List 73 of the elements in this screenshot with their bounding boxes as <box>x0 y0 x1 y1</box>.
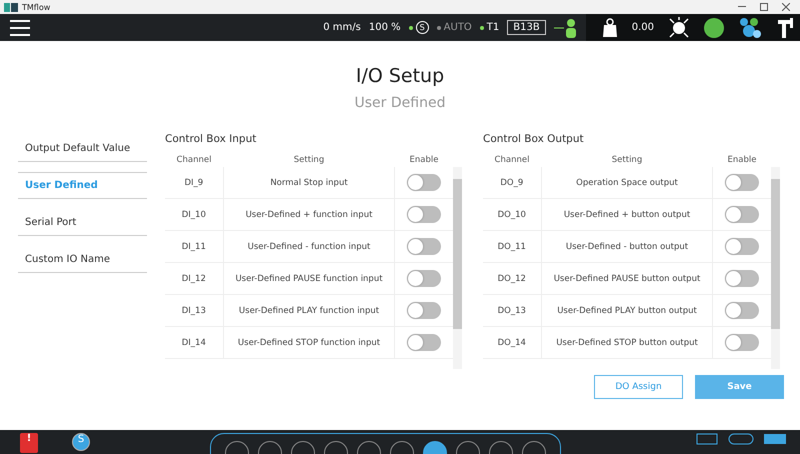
setting-cell: User-Defined + function input <box>222 199 396 230</box>
mode-indicator: T1 <box>486 22 500 33</box>
setting-cell: User-Defined - function input <box>222 231 396 262</box>
setting-cell: User-Defined STOP button output <box>540 327 714 358</box>
enable-toggle[interactable] <box>407 174 442 191</box>
channel-cell-text: DI_9 <box>183 178 204 188</box>
enable-toggle[interactable] <box>407 238 442 255</box>
page-subtitle: User Defined <box>354 95 446 111</box>
weight-icon[interactable] <box>602 18 618 38</box>
payload-reading: 0.00 <box>632 22 654 33</box>
channel-cell-text: DI_13 <box>180 306 207 316</box>
setting-cell: User-Defined - button output <box>540 231 714 262</box>
channel-cell-text: DI_14 <box>180 338 207 348</box>
column-header: Enable <box>408 155 440 165</box>
enable-toggle[interactable] <box>407 270 442 287</box>
setting-cell: User-Defined STOP function input <box>222 327 396 358</box>
channel-cell-text: DO_13 <box>496 306 527 316</box>
channel-cell-text: DO_12 <box>496 274 527 284</box>
speed-percent: 100 % <box>368 22 401 33</box>
enable-toggle[interactable] <box>407 334 442 351</box>
minimize-icon[interactable] <box>738 6 746 8</box>
person-icon[interactable] <box>554 18 578 38</box>
assign-button[interactable]: DO Assign <box>594 375 683 399</box>
setting-cell: User-Defined PLAY function input <box>222 295 396 326</box>
channel-cell-text: DI_10 <box>180 210 207 220</box>
mode-indicator: AUTO <box>444 22 472 33</box>
sidebar-item[interactable]: Custom IO Name <box>18 246 147 273</box>
enable-toggle[interactable] <box>407 302 442 319</box>
sidebar-item[interactable]: Output Default Value <box>18 135 147 162</box>
enable-toggle[interactable] <box>725 206 760 223</box>
enable-toggle[interactable] <box>407 206 442 223</box>
column-header: Setting <box>610 155 644 165</box>
setting-cell: Normal Stop input <box>222 167 396 198</box>
channel-cell-text: DI_11 <box>180 242 207 252</box>
alert-badge[interactable]: ! <box>20 433 38 453</box>
table-title: Control Box Output <box>483 133 585 145</box>
status-light-icon <box>704 18 724 38</box>
channel-cell-text: DI_12 <box>180 274 207 284</box>
setting-cell: Operation Space output <box>540 167 714 198</box>
close-icon[interactable] <box>782 3 790 11</box>
enable-toggle[interactable] <box>725 270 760 287</box>
code-badge: B13B <box>507 20 546 35</box>
save-button[interactable]: Save <box>695 375 784 399</box>
page-title: I/O Setup <box>354 65 446 87</box>
status-badge[interactable]: S <box>72 433 90 451</box>
column-header: Enable <box>726 155 758 165</box>
channel-cell-text: DO_10 <box>496 210 527 220</box>
channel-cell-text: DO_11 <box>496 242 527 252</box>
maximize-icon[interactable] <box>760 3 768 11</box>
sidebar-item[interactable]: Serial Port <box>18 209 147 236</box>
mode-indicator: S <box>416 21 429 34</box>
app-logo-icon <box>4 2 18 12</box>
enable-toggle[interactable] <box>725 334 760 351</box>
enable-toggle[interactable] <box>725 302 760 319</box>
column-header: Channel <box>176 155 212 165</box>
speed-reading: 0 mm/s <box>323 22 361 33</box>
column-header: Channel <box>494 155 530 165</box>
scrollbar[interactable] <box>771 167 780 369</box>
setting-cell: User-Defined + button output <box>540 199 714 230</box>
channel-cell-text: DO_9 <box>499 178 524 188</box>
menu-icon[interactable] <box>10 18 30 36</box>
table-title: Control Box Input <box>165 133 258 145</box>
window-title: TMflow <box>22 2 50 12</box>
scrollbar[interactable] <box>453 167 462 369</box>
enable-toggle[interactable] <box>725 238 760 255</box>
channel-cell-text: DO_14 <box>496 338 527 348</box>
setting-cell: User-Defined PLAY button output <box>540 295 714 326</box>
setting-cell: User-Defined PAUSE button output <box>540 263 714 294</box>
setting-cell: User-Defined PAUSE function input <box>222 263 396 294</box>
column-header: Setting <box>292 155 326 165</box>
enable-toggle[interactable] <box>725 174 760 191</box>
users-icon[interactable] <box>738 16 762 38</box>
sidebar-item[interactable]: User Defined <box>18 172 147 199</box>
